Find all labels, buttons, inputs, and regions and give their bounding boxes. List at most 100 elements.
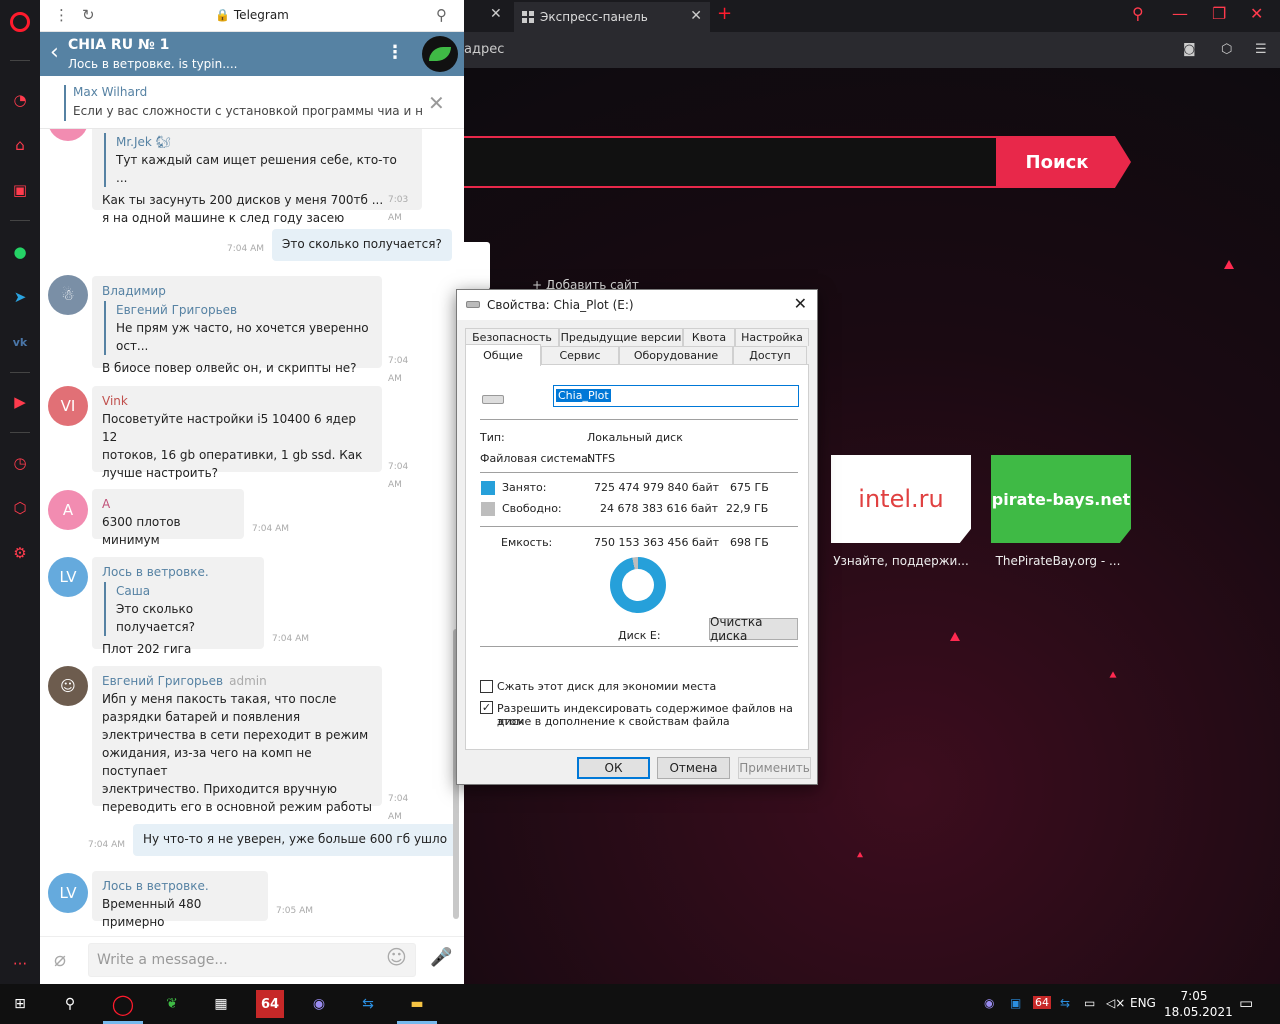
apply-button[interactable]: Применить <box>738 757 811 779</box>
used-swatch <box>481 481 495 495</box>
avatar[interactable]: A <box>48 490 88 530</box>
avatar[interactable]: LV <box>48 873 88 913</box>
close-window-icon[interactable]: ✕ <box>1250 4 1263 23</box>
type-label: Тип: <box>480 431 505 444</box>
pin-icon[interactable]: ⚲ <box>436 6 447 24</box>
list-item[interactable]: Владимир Евгений Григорьев Не прям уж ча… <box>92 276 408 384</box>
opera-icon[interactable]: ◯ <box>109 990 137 1018</box>
attach-icon[interactable]: ⌀ <box>54 947 66 971</box>
tab-hardware[interactable]: Оборудование <box>619 346 733 364</box>
close-tab-icon[interactable]: ✕ <box>490 6 502 22</box>
twitch-icon[interactable]: ▣ <box>8 178 32 202</box>
list-item[interactable]: A 6300 плотов минимум <box>92 489 244 547</box>
speed-dial-intel[interactable]: intel.ru <box>831 455 971 543</box>
message-time: 7:04 AM <box>272 634 309 644</box>
volume-name-value: Chia_Plot <box>556 389 611 402</box>
clock-date: 18.05.2021 <box>1164 1005 1233 1019</box>
search-input[interactable] <box>464 136 998 188</box>
compose-bar: ⌀ Write a message... ☺ 🎤 <box>40 936 464 984</box>
list-item[interactable]: Лось в ветровке. Временный 480 примерно <box>92 871 268 929</box>
back-icon[interactable]: ‹ <box>50 40 59 65</box>
avatar[interactable]: ☃ <box>48 275 88 315</box>
tab-service[interactable]: Сервис <box>541 346 619 364</box>
minimize-icon[interactable]: — <box>1172 4 1188 23</box>
cube-icon[interactable]: ⬡ <box>8 496 32 520</box>
list-item[interactable]: Vink Посоветуйте настройки i5 10400 6 яд… <box>92 386 408 490</box>
tray-teamviewer-icon[interactable]: ⇆ <box>1060 996 1070 1010</box>
torrent-icon[interactable]: ◉ <box>305 990 333 1018</box>
tray-app-icon[interactable]: ▣ <box>1010 996 1021 1010</box>
speed-dial-tile[interactable] <box>464 242 490 290</box>
pinned-text: Если у вас сложности с установкой програ… <box>73 104 423 118</box>
chat-avatar[interactable] <box>422 36 458 72</box>
tray-aida-icon[interactable]: 64 <box>1033 996 1051 1009</box>
language-indicator[interactable]: ENG <box>1130 996 1156 1010</box>
chia-icon[interactable]: ❦ <box>158 990 186 1018</box>
lock-icon: 🔒 <box>215 8 231 22</box>
telegram-icon[interactable]: ➤ <box>8 285 32 309</box>
list-item[interactable]: Евгений Григорьев admin Ибп у меня пакост… <box>92 666 408 822</box>
list-item[interactable]: Это сколько получается? <box>272 229 452 261</box>
chat-menu-icon[interactable]: ⋮ <box>386 42 404 63</box>
tab-general[interactable]: Общие <box>465 344 541 366</box>
windows-start-icon[interactable]: ⊞ <box>6 990 34 1018</box>
history-icon[interactable]: ◷ <box>8 451 32 475</box>
bag-icon[interactable]: ⌂ <box>8 133 32 157</box>
tab-previous-versions[interactable]: Предыдущие версии <box>559 328 683 346</box>
list-item[interactable]: Mr.Jek 🐿 Тут каждый сам ищет решения себ… <box>92 129 422 225</box>
avatar[interactable]: ☺ <box>48 666 88 706</box>
list-item[interactable]: Лось в ветровке. Саша Это сколько получа… <box>92 557 264 656</box>
maximize-icon[interactable]: ❐ <box>1212 4 1226 23</box>
settings-icon[interactable]: ⚙ <box>8 541 32 565</box>
tray-torrent-icon[interactable]: ◉ <box>984 996 994 1010</box>
whatsapp-icon[interactable]: ● <box>8 240 32 264</box>
chat-name[interactable]: CHIA RU № 1 <box>68 37 169 53</box>
pinned-message[interactable]: Max Wilhard Если у вас сложности с устан… <box>40 77 464 129</box>
search-tabs-icon[interactable]: ⚲ <box>1132 4 1144 23</box>
speedometer-icon[interactable]: ◔ <box>8 88 32 112</box>
monitor-icon[interactable]: ▦ <box>207 990 235 1018</box>
avatar[interactable] <box>48 129 88 141</box>
close-tab-icon[interactable]: ✕ <box>690 8 702 24</box>
network-icon[interactable]: ▭ <box>1084 996 1095 1010</box>
speed-dial-pirate-bays[interactable]: pirate-bays.net <box>991 455 1131 543</box>
emoji-icon[interactable]: ☺ <box>386 945 407 969</box>
tab-quota[interactable]: Квота <box>683 328 735 346</box>
settings-sliders-icon[interactable]: ☰ <box>1255 42 1267 57</box>
camera-icon[interactable]: ◙ <box>1183 42 1196 57</box>
aida64-icon[interactable]: 64 <box>256 990 284 1018</box>
search-button[interactable]: Поиск <box>997 136 1131 188</box>
more-icon[interactable]: ··· <box>8 952 32 976</box>
search-icon[interactable]: ⚲ <box>56 990 84 1018</box>
ok-button[interactable]: ОК <box>577 757 650 779</box>
close-icon[interactable]: ✕ <box>794 294 807 313</box>
compress-checkbox[interactable] <box>480 680 493 693</box>
notifications-icon[interactable]: ▭ <box>1239 994 1253 1012</box>
close-pinned-icon[interactable]: ✕ <box>428 91 445 115</box>
cancel-button[interactable]: Отмена <box>657 757 730 779</box>
tab-express-panel[interactable]: Экспресс-панель ✕ <box>514 2 710 32</box>
index-checkbox[interactable]: ✓ <box>480 701 493 714</box>
avatar[interactable]: VI <box>48 386 88 426</box>
decor-triangle <box>857 851 863 858</box>
address-bar[interactable] <box>464 32 1280 68</box>
tab-sharing[interactable]: Доступ <box>733 346 807 364</box>
microphone-icon[interactable]: 🎤 <box>430 947 452 968</box>
player-icon[interactable]: ▶ <box>8 390 32 414</box>
list-item[interactable]: Ну что-то я не уверен, уже больше 600 гб… <box>133 824 458 856</box>
opera-logo-icon[interactable] <box>8 10 32 34</box>
message-list[interactable]: Mr.Jek 🐿 Тут каждый сам ищет решения себ… <box>40 129 464 936</box>
cube-icon[interactable]: ⬡ <box>1221 42 1232 57</box>
vk-icon[interactable]: vk <box>8 330 32 354</box>
disk-cleanup-button[interactable]: Очистка диска <box>709 615 798 643</box>
volume-name-input[interactable]: Chia_Plot <box>553 385 799 407</box>
tab-customize[interactable]: Настройка <box>735 328 809 346</box>
file-explorer-icon[interactable]: ▬ <box>403 990 431 1018</box>
avatar[interactable]: LV <box>48 557 88 597</box>
clock[interactable]: 7:05 18.05.2021 <box>1164 988 1233 1020</box>
new-tab-icon[interactable]: + <box>717 3 732 24</box>
teamviewer-icon[interactable]: ⇆ <box>354 990 382 1018</box>
reply-text: Это сколько получается? <box>116 602 195 634</box>
volume-muted-icon[interactable]: ◁× <box>1106 996 1125 1010</box>
message-input[interactable]: Write a message... <box>88 943 416 977</box>
